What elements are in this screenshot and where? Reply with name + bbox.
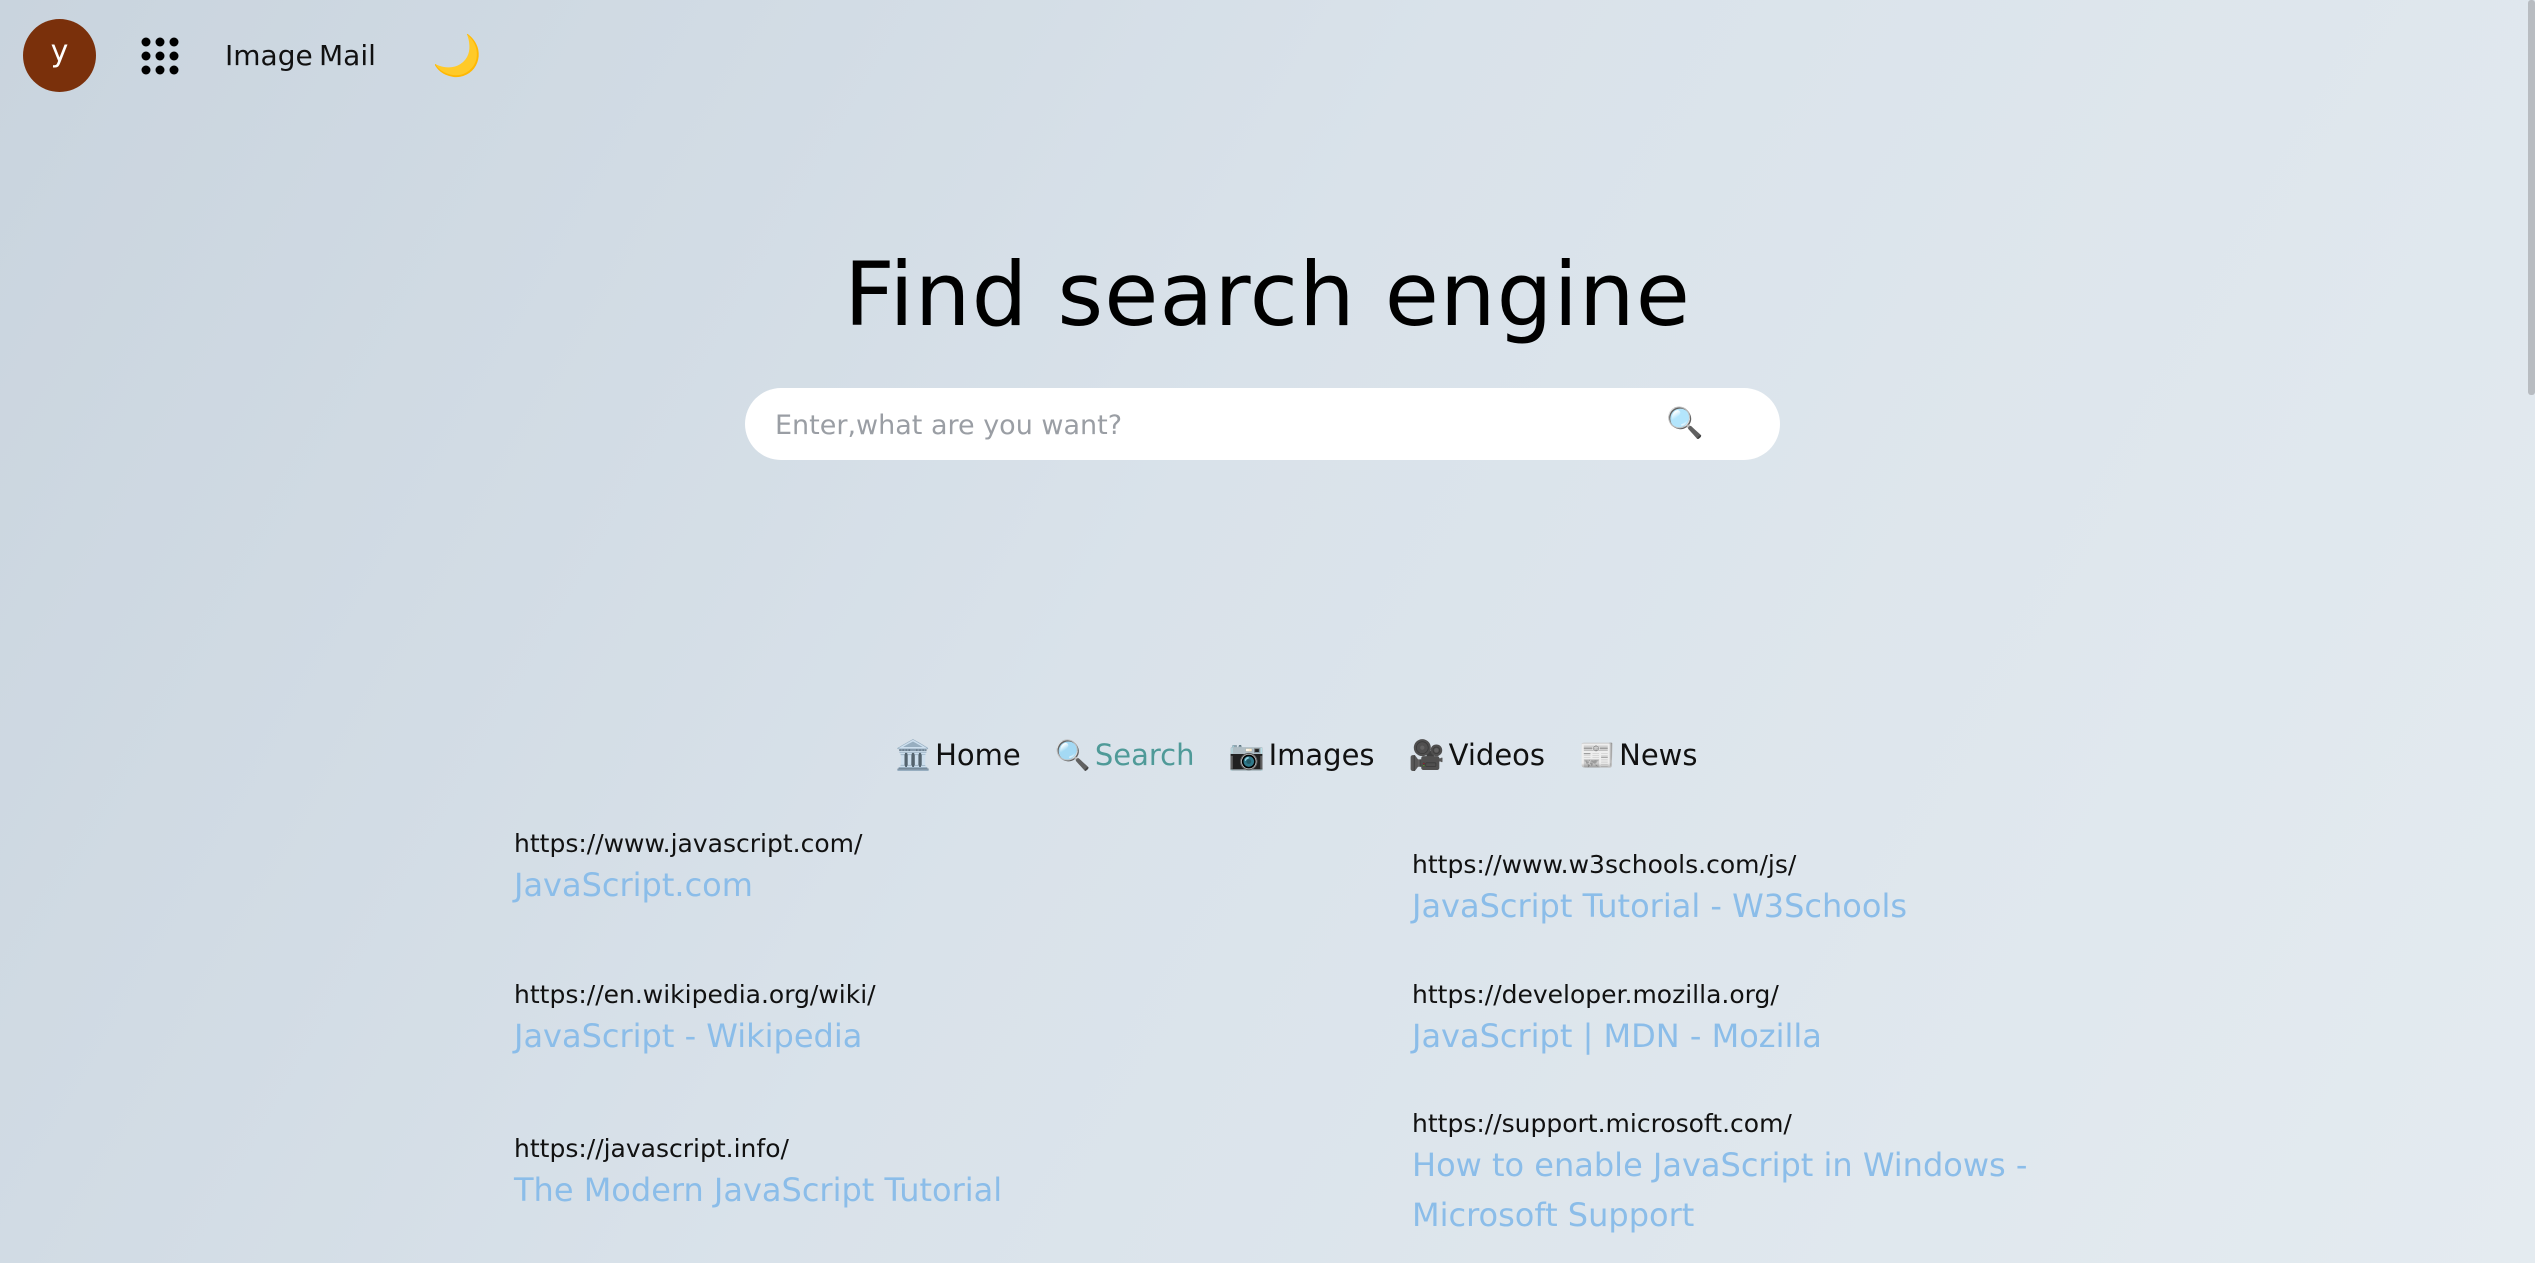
- search-result: https://developer.mozilla.org/ JavaScrip…: [1412, 979, 2212, 1061]
- result-title-link[interactable]: How to enable JavaScript in Windows - Mi…: [1412, 1140, 2032, 1240]
- nav-search[interactable]: 🔍 Search: [1055, 735, 1195, 775]
- result-title-link[interactable]: JavaScript Tutorial - W3Schools: [1412, 881, 2212, 931]
- result-url: https://en.wikipedia.org/wiki/: [514, 980, 876, 1009]
- image-link[interactable]: Image: [225, 36, 313, 76]
- nav-news[interactable]: 📰 News: [1579, 735, 1697, 775]
- mail-link[interactable]: Mail: [319, 36, 376, 76]
- newspaper-icon: 📰: [1579, 738, 1616, 772]
- nav-videos-label: Videos: [1448, 738, 1546, 772]
- nav-videos[interactable]: 🎥 Videos: [1409, 735, 1545, 775]
- search-result: https://en.wikipedia.org/wiki/ JavaScrip…: [514, 979, 1314, 1061]
- result-title-link[interactable]: The Modern JavaScript Tutorial: [514, 1165, 1314, 1215]
- search-button-magnifier-icon[interactable]: 🔍: [1660, 400, 1710, 448]
- result-url: https://support.microsoft.com/: [1412, 1109, 1792, 1138]
- search-bar: 🔍: [745, 388, 1780, 462]
- magnifier-icon: 🔍: [1054, 738, 1091, 772]
- museum-icon: 🏛️: [895, 738, 932, 772]
- search-result: https://javascript.info/ The Modern Java…: [514, 1133, 1314, 1215]
- search-result: https://support.microsoft.com/ How to en…: [1412, 1108, 2032, 1240]
- search-input[interactable]: [773, 388, 1657, 462]
- nav-home-label: Home: [935, 738, 1021, 772]
- nav-images-label: Images: [1268, 738, 1375, 772]
- nav-search-label: Search: [1094, 738, 1195, 772]
- video-camera-icon: 🎥: [1408, 738, 1445, 772]
- search-result: https://www.javascript.com/ JavaScript.c…: [514, 828, 1314, 910]
- nav-news-label: News: [1619, 738, 1698, 772]
- result-url: https://www.w3schools.com/js/: [1412, 850, 1797, 879]
- result-title-link[interactable]: JavaScript | MDN - Mozilla: [1412, 1011, 2212, 1061]
- category-nav: 🏛️ Home 🔍 Search 📷 Images 🎥 Videos 📰 New…: [895, 735, 1698, 775]
- result-url: https://developer.mozilla.org/: [1412, 980, 1779, 1009]
- result-url: https://javascript.info/: [514, 1134, 789, 1163]
- result-title-link[interactable]: JavaScript - Wikipedia: [514, 1011, 1314, 1061]
- scrollbar-thumb[interactable]: [2528, 0, 2535, 395]
- user-avatar[interactable]: y: [23, 19, 96, 92]
- nav-home[interactable]: 🏛️ Home: [895, 735, 1021, 775]
- dark-mode-moon-icon[interactable]: 🌙: [432, 34, 482, 78]
- top-bar: y Image Mail 🌙: [0, 0, 2535, 112]
- result-title-link[interactable]: JavaScript.com: [514, 860, 1314, 910]
- camera-icon: 📷: [1228, 738, 1265, 772]
- result-url: https://www.javascript.com/: [514, 829, 863, 858]
- page-title: Find search engine: [844, 243, 1691, 346]
- search-result: https://www.w3schools.com/js/ JavaScript…: [1412, 849, 2212, 931]
- apps-grid-icon[interactable]: [140, 36, 180, 76]
- nav-images[interactable]: 📷 Images: [1229, 735, 1375, 775]
